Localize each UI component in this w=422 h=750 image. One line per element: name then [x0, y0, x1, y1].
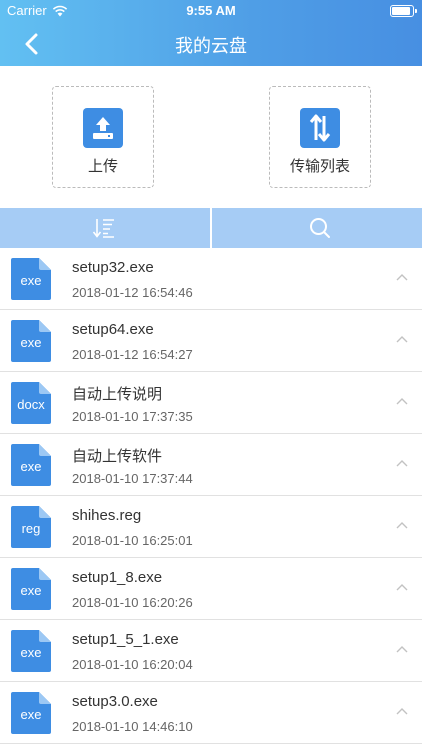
battery-icon	[390, 5, 417, 17]
file-type-label: exe	[20, 707, 42, 722]
file-list: exe setup32.exe 2018-01-12 16:54:46 exe setu…	[0, 248, 422, 750]
file-type-label: exe	[20, 273, 42, 288]
file-name: setup64.exe	[72, 321, 154, 338]
file-row[interactable]: exe setup1_8.exe 2018-01-10 16:20:26	[0, 558, 422, 620]
file-name: setup1_8.exe	[72, 569, 163, 586]
transfer-icon	[300, 108, 340, 148]
file-row[interactable]: exe 自动上传软件 2018-01-10 17:37:44	[0, 434, 422, 496]
file-date: 2018-01-10 14:46:10	[72, 719, 193, 734]
file-icon: exe	[11, 630, 51, 672]
file-date: 2018-01-10 16:25:01	[72, 533, 193, 548]
chevron-up-icon[interactable]	[394, 332, 410, 348]
chevron-up-icon[interactable]	[394, 580, 410, 596]
action-panel: 上传 传输列表	[0, 66, 422, 208]
page-title: 我的云盘	[175, 36, 247, 56]
chevron-up-icon[interactable]	[394, 642, 410, 658]
search-icon	[310, 218, 330, 238]
status-bar: Carrier 9:55 AM	[0, 0, 422, 22]
file-toolbar	[0, 208, 422, 248]
file-icon: docx	[11, 382, 51, 424]
file-date: 2018-01-10 16:20:04	[72, 657, 193, 672]
chevron-up-icon[interactable]	[394, 456, 410, 472]
file-name: setup1_5_1.exe	[72, 631, 179, 648]
file-row[interactable]: exe setup3.0.exe 2018-01-10 14:46:10	[0, 682, 422, 744]
chevron-up-icon[interactable]	[394, 704, 410, 720]
file-date: 2018-01-10 16:20:26	[72, 595, 193, 610]
upload-label: 上传	[87, 158, 118, 175]
status-time: 9:55 AM	[186, 3, 236, 18]
file-name: setup32.exe	[72, 259, 154, 276]
file-name: shihes.reg	[72, 507, 142, 524]
file-name: 自动上传说明	[72, 386, 163, 403]
file-icon: reg	[11, 506, 51, 548]
header: Carrier 9:55 AM 我的云盘	[0, 0, 422, 66]
file-date: 2018-01-10 17:37:44	[72, 471, 193, 486]
file-type-label: exe	[20, 459, 42, 474]
file-icon: exe	[11, 258, 51, 300]
file-icon: exe	[11, 444, 51, 486]
sort-button[interactable]	[0, 208, 210, 248]
file-type-label: exe	[20, 645, 42, 660]
file-type-label: reg	[21, 521, 41, 536]
transfer-list-label: 传输列表	[289, 158, 350, 175]
file-date: 2018-01-12 16:54:46	[72, 285, 193, 300]
file-date: 2018-01-12 16:54:27	[72, 347, 193, 362]
upload-icon	[83, 108, 123, 148]
file-type-label: docx	[17, 397, 45, 412]
sort-icon	[92, 219, 114, 238]
file-icon: exe	[11, 320, 51, 362]
file-row[interactable]: docx 自动上传说明 2018-01-10 17:37:35	[0, 372, 422, 434]
file-date: 2018-01-10 17:37:35	[72, 409, 193, 424]
file-icon: exe	[11, 692, 51, 734]
file-type-label: exe	[20, 335, 42, 350]
chevron-up-icon[interactable]	[394, 518, 410, 534]
file-row[interactable]: exe setup1_5_1.exe 2018-01-10 16:20:04	[0, 620, 422, 682]
file-name: 自动上传软件	[72, 448, 163, 465]
chevron-up-icon[interactable]	[394, 270, 410, 286]
transfer-list-button[interactable]: 传输列表	[269, 86, 371, 188]
file-icon: exe	[11, 568, 51, 610]
file-row[interactable]: reg shihes.reg 2018-01-10 16:25:01	[0, 496, 422, 558]
upload-button[interactable]: 上传	[52, 86, 154, 188]
chevron-up-icon[interactable]	[394, 394, 410, 410]
file-row[interactable]: exe setup32.exe 2018-01-12 16:54:46	[0, 248, 422, 310]
file-name: setup3.0.exe	[72, 693, 158, 710]
search-button[interactable]	[212, 208, 422, 248]
file-row[interactable]: exe setup64.exe 2018-01-12 16:54:27	[0, 310, 422, 372]
file-type-label: exe	[20, 583, 42, 598]
